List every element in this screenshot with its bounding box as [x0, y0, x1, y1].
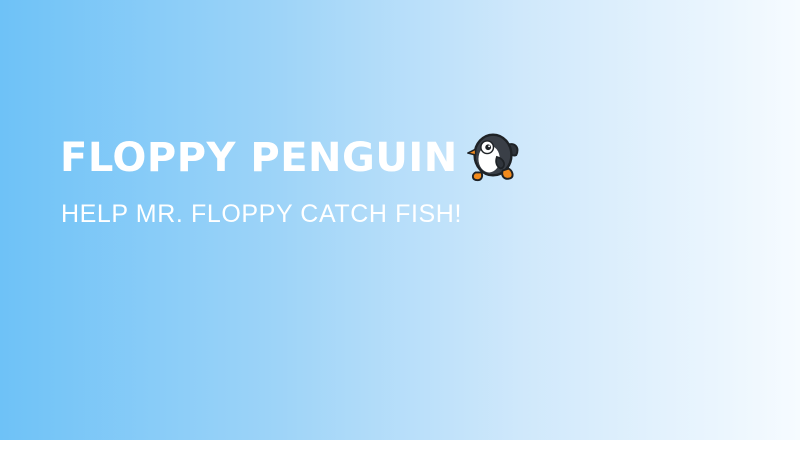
- penguin-icon: [466, 133, 519, 182]
- title-screen: FLOPPY PENGUIN HELP MR. FLOPPY CATCH FIS…: [0, 0, 800, 440]
- game-title: FLOPPY PENGUIN: [60, 135, 458, 181]
- bottom-strip: [0, 440, 800, 450]
- title-row: FLOPPY PENGUIN: [60, 130, 524, 186]
- game-subtitle: HELP MR. FLOPPY CATCH FISH!: [61, 200, 463, 228]
